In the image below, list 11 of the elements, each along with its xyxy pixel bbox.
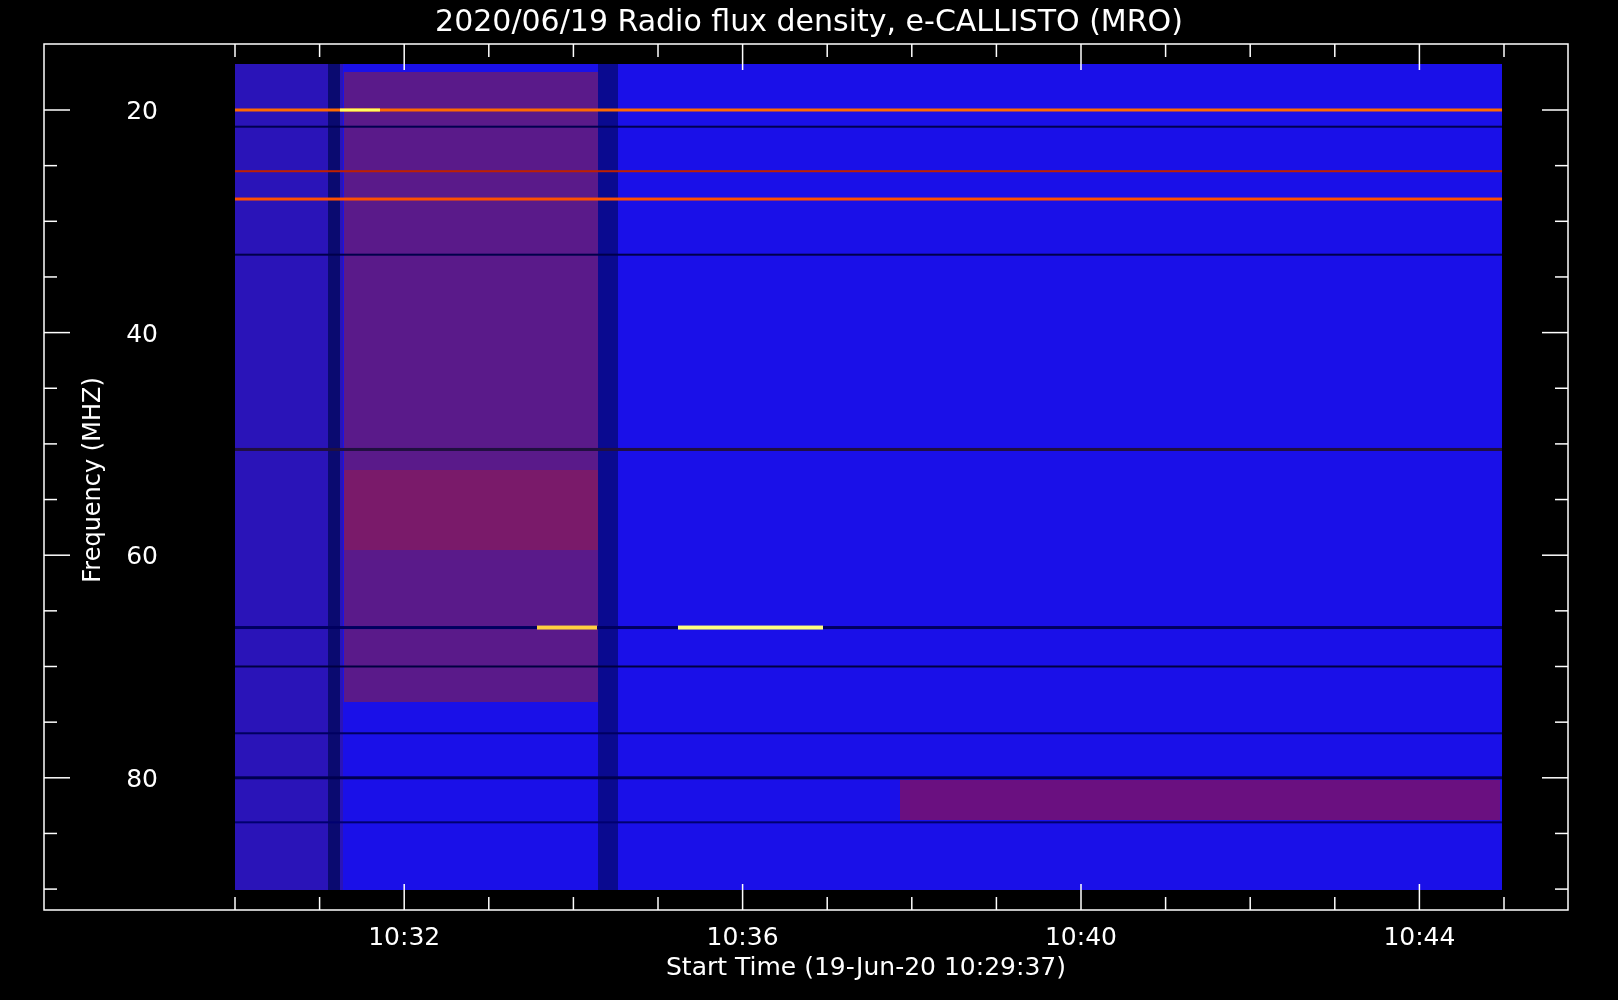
chart-title: 2020/06/19 Radio flux density, e-CALLISTO (MRO) xyxy=(435,3,1183,38)
x-axis-label: Start Time (19-Jun-20 10:29:37) xyxy=(666,952,1066,981)
x-tick-label: 10:36 xyxy=(706,922,779,951)
x-tick-label: 10:40 xyxy=(1045,922,1117,951)
x-tick-label: 10:44 xyxy=(1383,922,1456,951)
y-tick-label: 20 xyxy=(126,96,158,125)
y-tick-label: 60 xyxy=(126,541,158,571)
y-tick-label: 80 xyxy=(126,763,158,793)
x-tick-label: 10:32 xyxy=(368,922,441,951)
y-tick-label: 40 xyxy=(126,318,158,348)
y-axis-label: Frequency (MHZ) xyxy=(78,377,106,583)
